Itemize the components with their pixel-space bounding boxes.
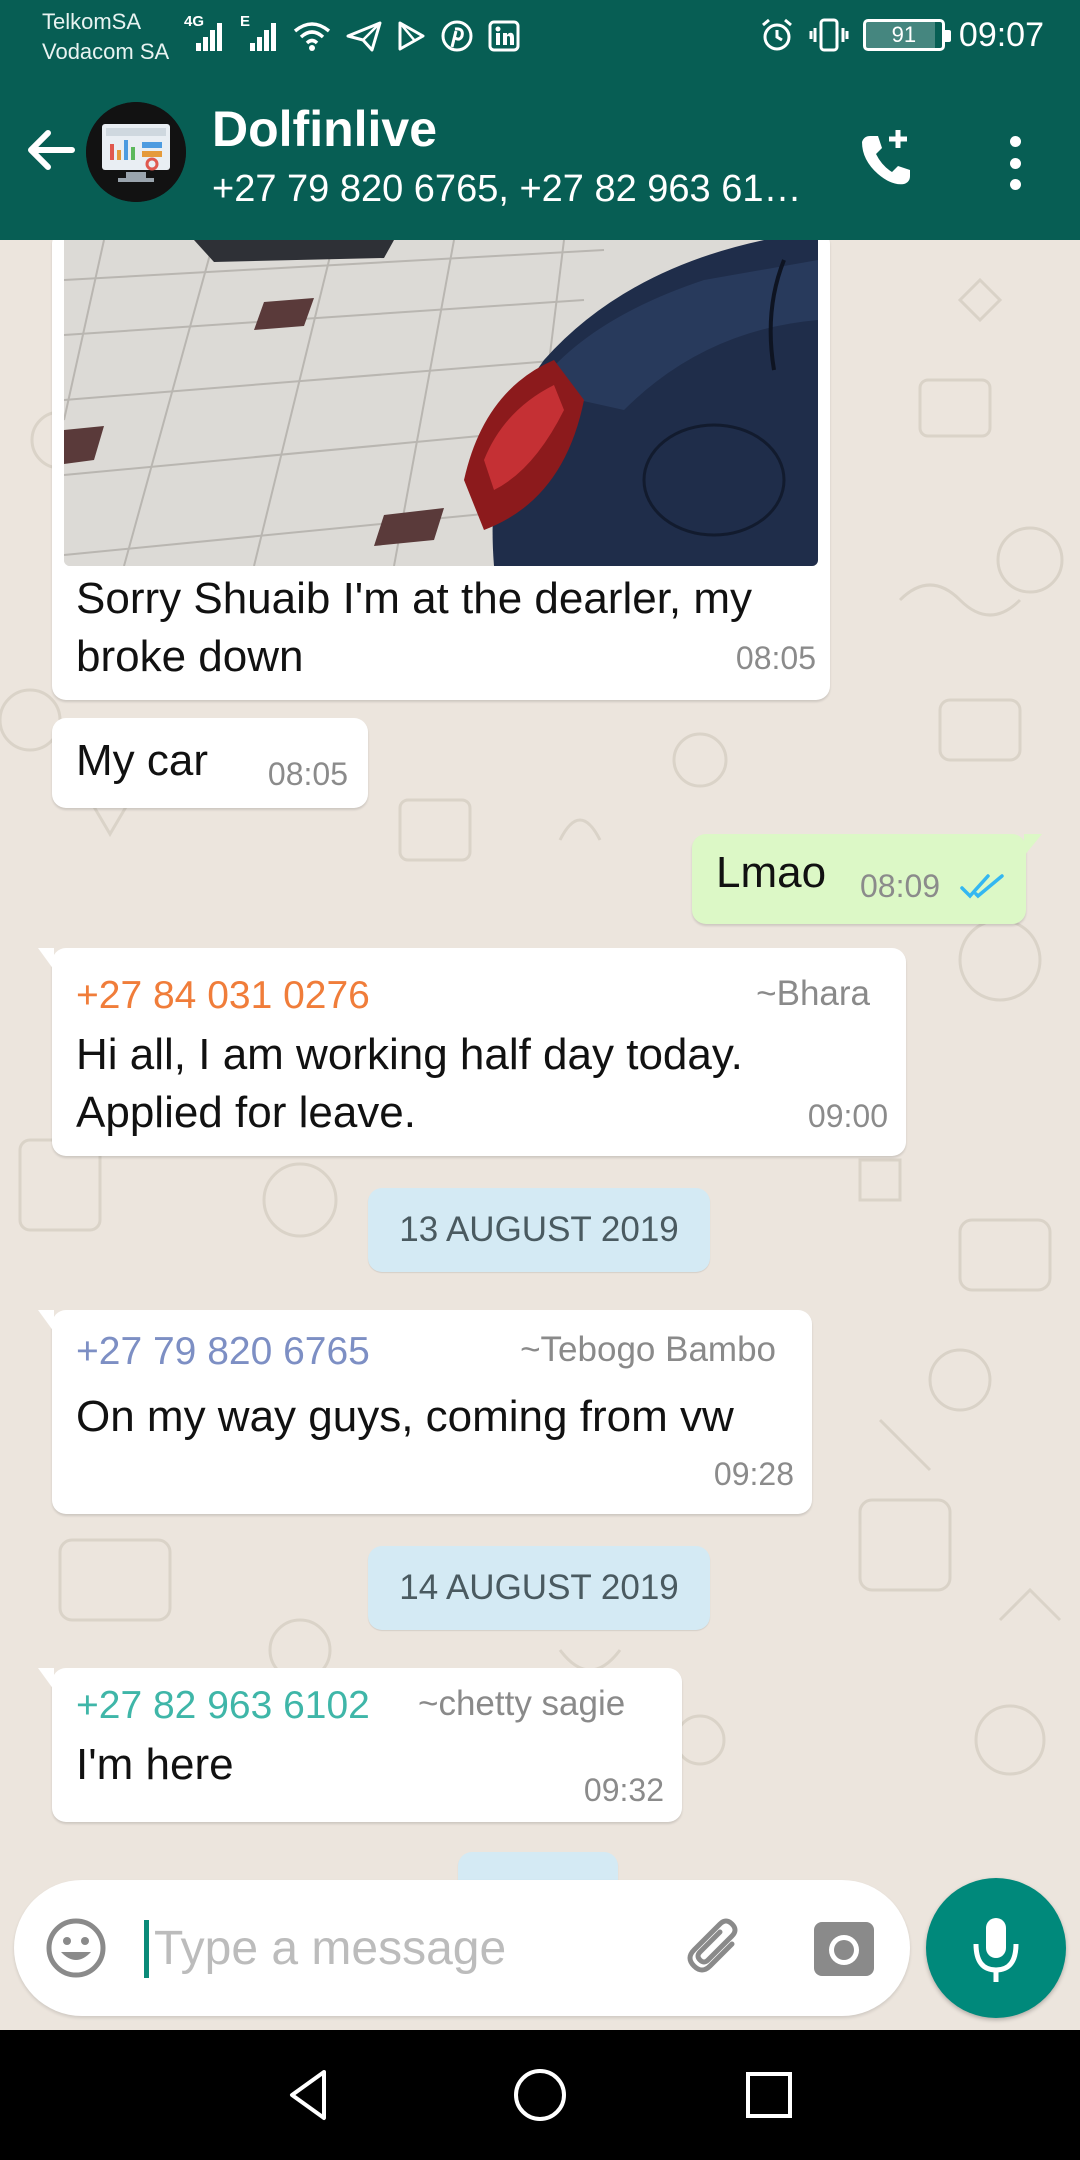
message-bubble[interactable]: My car 08:05 [52,718,368,808]
sender-name: ~chetty sagie [418,1684,626,1723]
sender-phone[interactable]: +27 79 820 6765 [76,1330,370,1374]
message-text: I'm here [76,1740,234,1789]
home-circle-icon[interactable] [505,2060,575,2130]
carrier-label-2: Vodacom SA [42,39,170,64]
text-cursor [144,1920,149,1978]
chat-header: Dolfinlive +27 79 820 6765, +27 82 963 6… [0,72,1080,240]
camera-icon[interactable] [812,1916,876,1980]
message-bubble[interactable]: +27 79 820 6765 ~Tebogo Bambo On my way … [38,1310,812,1514]
message-text: Hi all, I am working half day today. App… [76,1026,876,1142]
navigation-bar [0,2030,1080,2160]
message-text-line-1: Hi all, I am working half day today. [76,1030,743,1079]
message-text: Sorry Shuaib I'm at the dearler, my brok… [76,570,816,686]
linkedin-icon [488,20,520,52]
back-triangle-icon[interactable] [274,2060,344,2130]
system-status: 91 09:07 [759,10,1044,60]
paperclip-icon[interactable] [680,1914,750,1984]
message-input[interactable] [152,1908,672,1988]
wifi-icon [293,22,331,51]
more-options-icon[interactable] [990,128,1040,198]
microphone-button[interactable] [926,1878,1066,2018]
message-text-line-2: Applied for leave. [76,1088,416,1137]
message-time: 09:32 [583,1772,664,1808]
pinterest-icon [441,20,473,52]
message-time: 09:28 [713,1456,794,1492]
date-separator-partial [458,1852,618,1880]
group-avatar[interactable] [86,102,186,202]
message-bubble-image[interactable]: Sorry Shuaib I'm at the dearler, my brok… [52,240,830,700]
message-time: 08:05 [267,756,348,792]
bubble-tail [38,1310,54,1332]
bubble-tail [1024,834,1042,856]
emoji-icon[interactable] [44,1916,108,1980]
notification-icons: 4G E [184,13,520,58]
participants-subtitle[interactable]: +27 79 820 6765, +27 82 963 61… [212,168,812,211]
chat-title[interactable]: Dolfinlive [212,100,437,158]
chat-area[interactable]: Sorry Shuaib I'm at the dearler, my brok… [0,240,1080,1880]
back-arrow-icon[interactable] [20,120,80,180]
add-call-icon[interactable] [852,124,922,194]
sender-name: ~Tebogo Bambo [520,1330,776,1369]
sender-name: ~Bhara [756,974,870,1013]
message-composer [14,1880,910,2016]
telegram-icon [346,21,382,52]
signal-icon: 4G [184,13,224,53]
battery-icon: 91 [862,19,951,51]
microphone-icon [973,1918,1019,1982]
date-separator: 14 AUGUST 2019 [368,1546,710,1630]
outgoing-message-bubble[interactable]: Lmao 08:09 [692,834,1042,924]
alarm-icon [761,18,792,51]
bubble-tail [38,948,54,970]
network-type-1: 4G [184,13,205,30]
battery-level: 91 [891,22,917,47]
vibrate-icon [809,18,849,52]
bubble-tail [38,1668,54,1690]
carrier-label-1: TelkomSA [42,9,142,34]
network-type-2: E [240,13,251,30]
recents-square-icon[interactable] [734,2060,804,2130]
message-text-line-1: Sorry Shuaib I'm at the dearler, my [76,574,753,623]
status-bar: TelkomSA Vodacom SA 4G E 91 09:07 [0,0,1080,72]
clock: 09:07 [958,15,1044,54]
date-separator: 13 AUGUST 2019 [368,1188,710,1272]
message-time: 08:05 [735,640,816,676]
message-bubble[interactable]: +27 82 963 6102 ~chetty sagie I'm here 0… [38,1668,682,1822]
message-time: 08:09 [860,868,941,904]
read-ticks-icon [960,874,1004,899]
message-bubble[interactable]: +27 84 031 0276 ~Bhara Hi all, I am work… [38,948,906,1156]
message-text: On my way guys, coming from vw [76,1392,734,1441]
message-text-line-2: broke down [76,632,304,681]
sender-phone[interactable]: +27 82 963 6102 [76,1684,370,1728]
signal-icon-2: E [238,13,278,53]
message-photo[interactable] [64,240,818,566]
play-store-icon [398,21,425,51]
message-text: Lmao [716,848,827,897]
message-time: 09:00 [807,1098,888,1134]
sender-phone[interactable]: +27 84 031 0276 [76,974,370,1018]
message-text: My car [76,736,208,785]
